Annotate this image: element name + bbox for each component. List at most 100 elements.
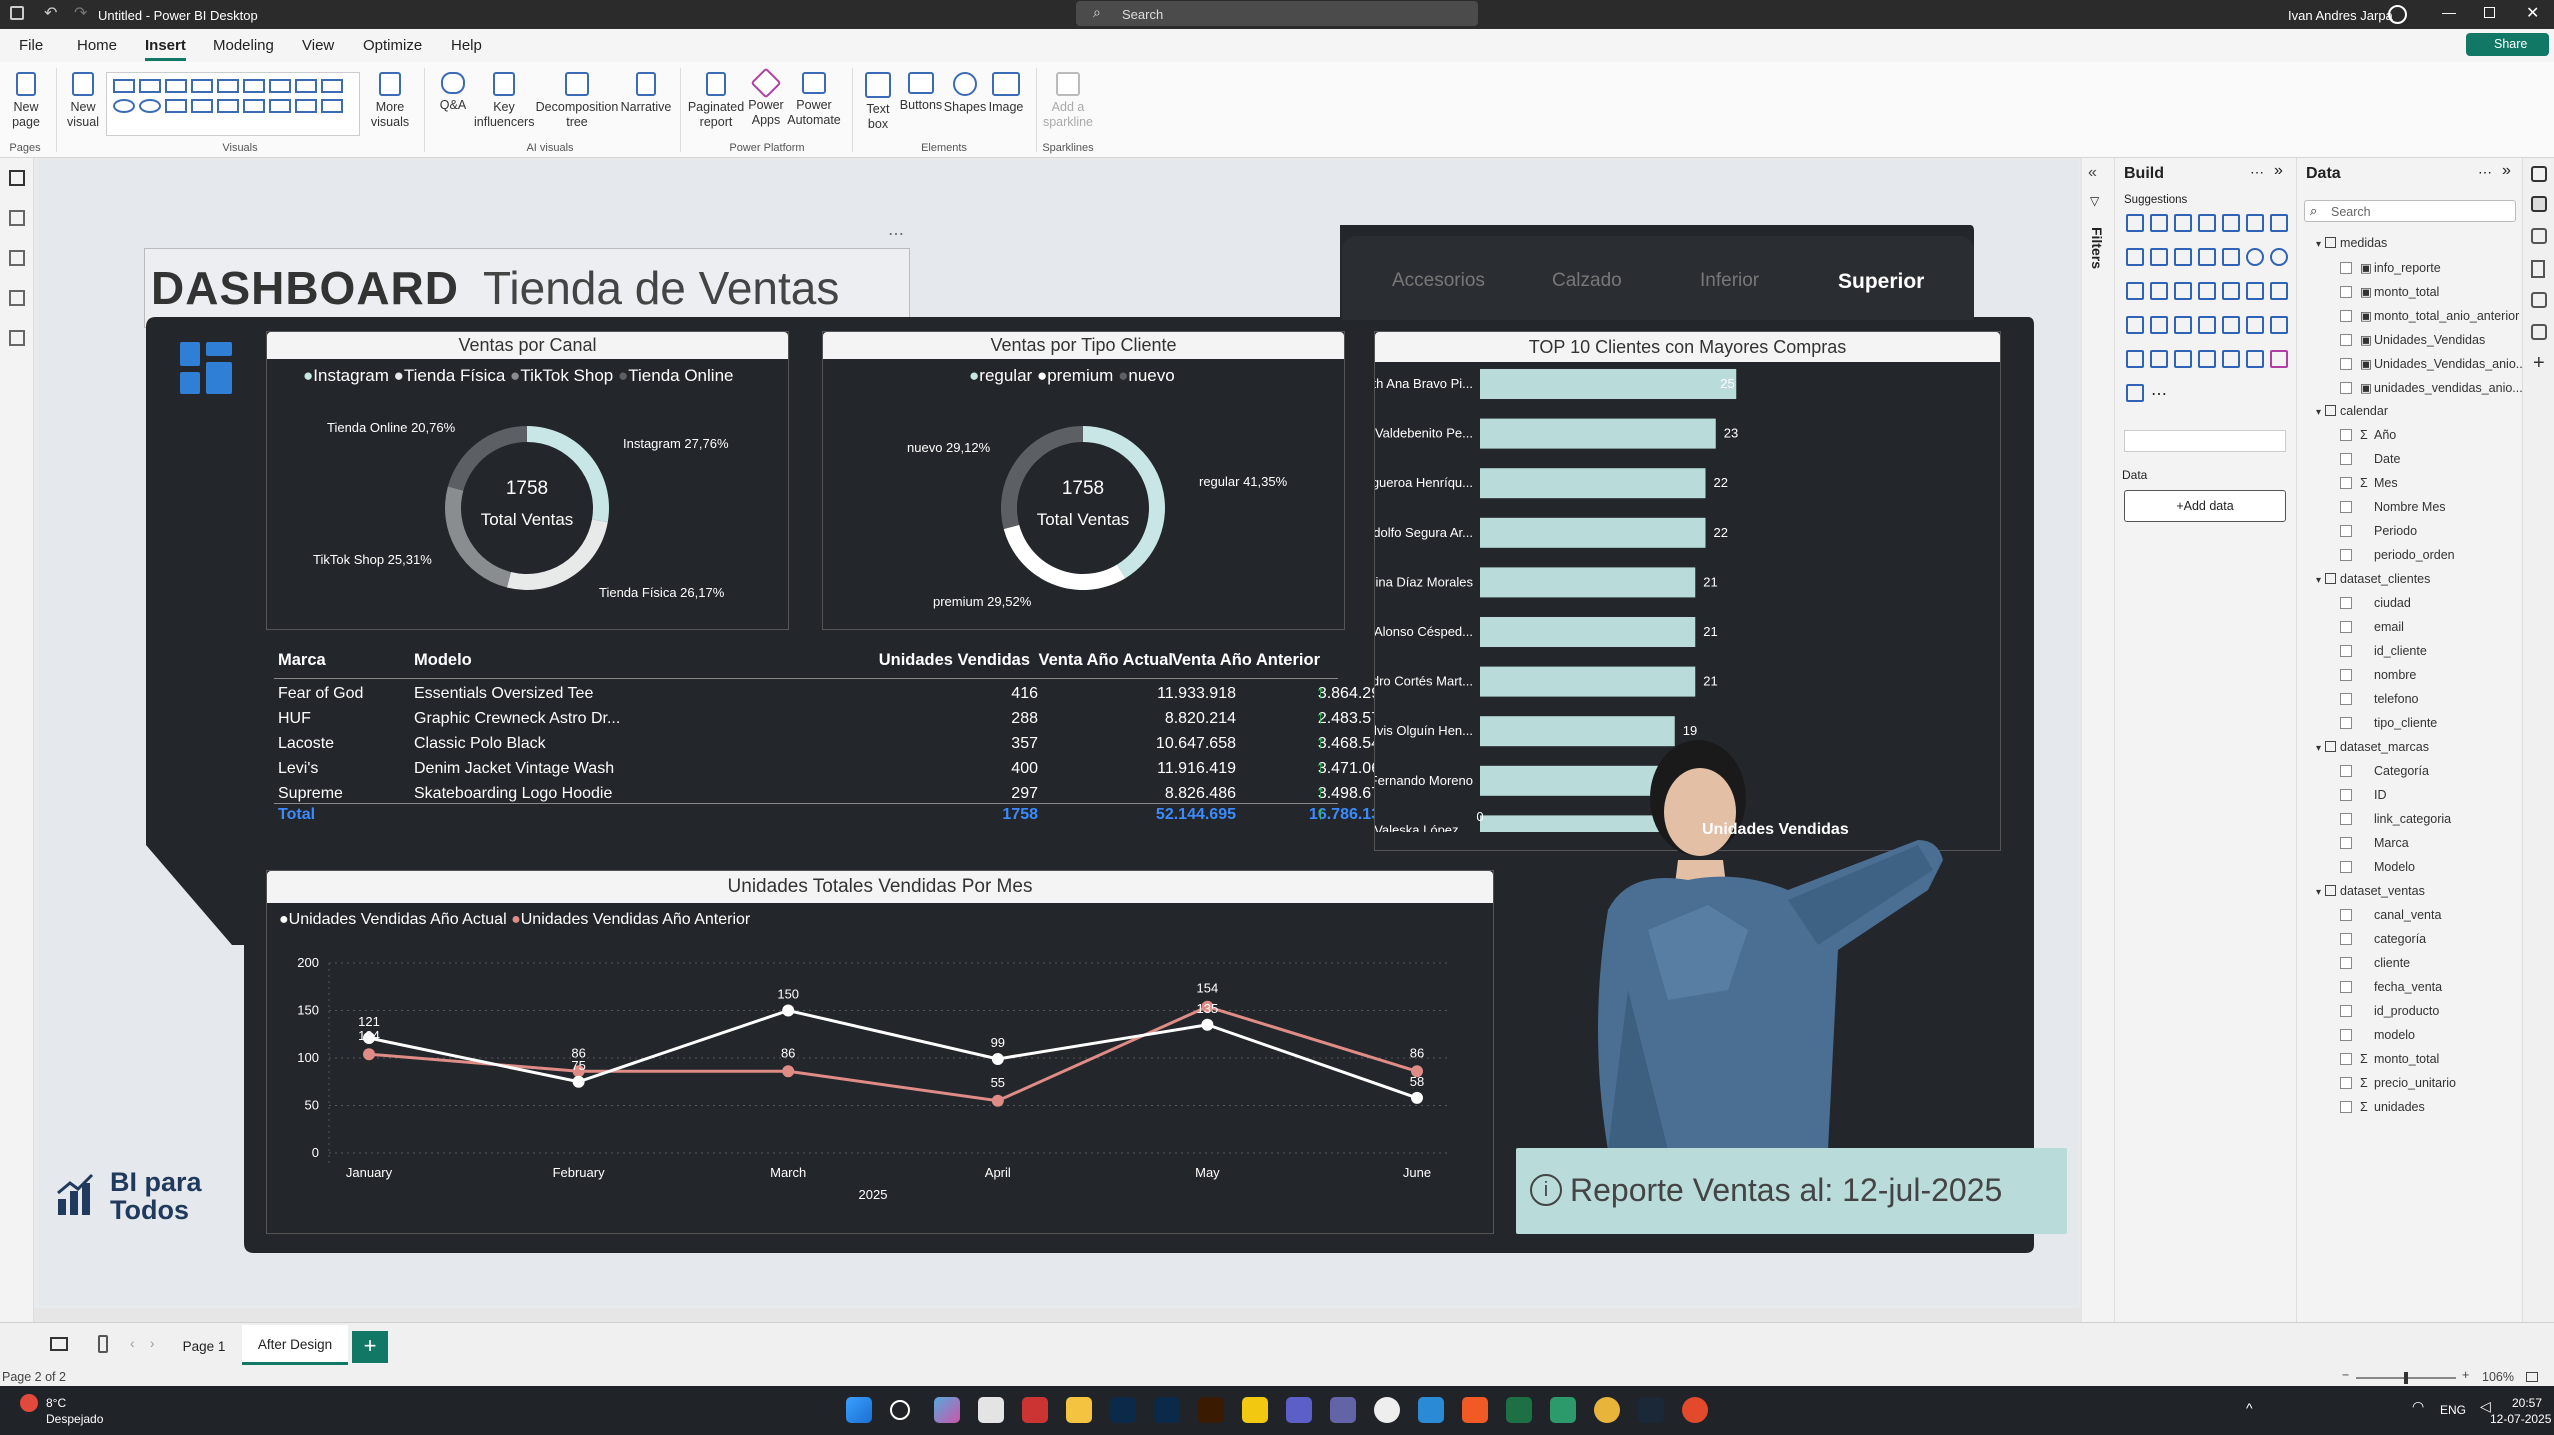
visual-type-icon[interactable] — [2246, 248, 2264, 266]
visual-icon[interactable] — [165, 79, 187, 93]
col-marca[interactable]: Marca — [278, 651, 326, 670]
donut-slice[interactable] — [445, 486, 511, 588]
visual-icon[interactable] — [321, 99, 343, 113]
menu-home[interactable]: Home — [77, 37, 117, 54]
start-icon[interactable] — [846, 1397, 872, 1423]
paginated-report-button[interactable]: Paginated report — [686, 72, 746, 130]
mobile-view-icon[interactable] — [98, 1335, 108, 1353]
clock-date[interactable]: 12-07-2025 — [2490, 1412, 2551, 1426]
table-row[interactable]: HUF Graphic Crewneck Astro Dr... 288 8.820.… — [268, 707, 1578, 730]
visual-type-icon[interactable] — [2270, 248, 2288, 266]
data-expand-icon[interactable]: » — [2502, 162, 2511, 180]
close-icon[interactable]: ✕ — [2526, 3, 2539, 23]
visual-type-icon[interactable] — [2150, 316, 2168, 334]
field-checkbox[interactable] — [2340, 501, 2352, 513]
photoshop-icon[interactable] — [1110, 1397, 1136, 1423]
field-checkbox[interactable] — [2340, 1053, 2352, 1065]
build-pane-icon[interactable] — [2531, 196, 2547, 212]
add-page-button[interactable]: + — [352, 1331, 388, 1363]
visual-type-icon[interactable] — [2174, 316, 2192, 334]
field-checkbox[interactable] — [2340, 621, 2352, 633]
visual-icon[interactable] — [191, 99, 213, 113]
shapes-button[interactable]: Shapes — [942, 72, 988, 115]
tab-inferior[interactable]: Inferior — [1700, 270, 1759, 292]
visual-type-icon[interactable] — [2150, 282, 2168, 300]
field-item[interactable]: Σ precio_unitario — [2340, 1076, 2456, 1090]
field-item[interactable]: ▣ info_reporte — [2340, 260, 2441, 275]
powerbi-icon[interactable] — [1242, 1397, 1268, 1423]
field-checkbox[interactable] — [2340, 981, 2352, 993]
field-checkbox[interactable] — [2340, 1077, 2352, 1089]
weather-icon[interactable] — [20, 1394, 38, 1412]
data-table-medidas[interactable]: ▾ medidas — [2316, 236, 2387, 250]
bar[interactable] — [1480, 418, 1716, 449]
image-button[interactable]: Image — [984, 72, 1028, 115]
line-card[interactable]: Unidades Totales Vendidas Por Mes ●Unida… — [266, 870, 1494, 1234]
build-expand-icon[interactable]: » — [2274, 162, 2283, 180]
field-checkbox[interactable] — [2340, 813, 2352, 825]
field-item[interactable]: Marca — [2340, 836, 2409, 850]
menu-file[interactable]: File — [19, 37, 43, 54]
field-checkbox[interactable] — [2340, 525, 2352, 537]
field-item[interactable]: ▣ monto_total_anio_anterior — [2340, 308, 2519, 323]
chevron-down-icon[interactable]: ▾ — [2316, 743, 2321, 754]
key-influencers-button[interactable]: Key influencers — [474, 72, 534, 130]
visual-type-icon[interactable] — [2222, 282, 2240, 300]
menu-insert[interactable]: Insert — [145, 37, 186, 61]
field-checkbox[interactable] — [2340, 693, 2352, 705]
new-visual-button[interactable]: New visual — [62, 72, 104, 130]
visual-type-icon[interactable] — [2126, 316, 2144, 334]
visual-icon[interactable] — [217, 99, 239, 113]
field-checkbox[interactable] — [2340, 765, 2352, 777]
bookmark-icon[interactable] — [2531, 260, 2545, 278]
bar[interactable] — [1480, 369, 1737, 399]
fit-page-icon[interactable] — [2526, 1372, 2538, 1382]
filters-pane-collapsed[interactable]: ▽ Filters — [2086, 190, 2108, 310]
series-point[interactable] — [1411, 1091, 1423, 1104]
menu-view[interactable]: View — [302, 37, 334, 54]
tab-superior[interactable]: Superior — [1838, 270, 1924, 294]
field-checkbox[interactable] — [2340, 789, 2352, 801]
visual-type-icon[interactable] — [2246, 282, 2264, 300]
performance-icon[interactable] — [2531, 324, 2547, 340]
field-checkbox[interactable] — [2340, 334, 2352, 346]
redo-icon[interactable]: ↷ — [74, 3, 87, 23]
table-view-icon[interactable] — [9, 210, 25, 226]
new-page-button[interactable]: New page — [5, 72, 47, 130]
field-item[interactable]: modelo — [2340, 1028, 2415, 1042]
visual-type-icon[interactable] — [2150, 248, 2168, 266]
visual-icon[interactable] — [269, 99, 291, 113]
chevron-down-icon[interactable]: ▾ — [2316, 239, 2321, 250]
donut-slice[interactable] — [527, 426, 609, 523]
field-item[interactable]: fecha_venta — [2340, 980, 2442, 994]
visual-type-icon[interactable] — [2222, 316, 2240, 334]
series-point[interactable] — [363, 1032, 375, 1045]
field-item[interactable]: Periodo — [2340, 524, 2417, 538]
visual-type-icon[interactable] — [2222, 350, 2240, 368]
visual-icon[interactable] — [217, 79, 239, 93]
add-data-button[interactable]: +Add data — [2124, 490, 2286, 522]
visual-icon[interactable] — [295, 99, 317, 113]
field-checkbox[interactable] — [2340, 1005, 2352, 1017]
data-table-calendar[interactable]: ▾ calendar — [2316, 404, 2388, 418]
field-checkbox[interactable] — [2340, 717, 2352, 729]
visual-type-icon[interactable] — [2126, 214, 2144, 232]
visual-type-icon[interactable] — [2174, 248, 2192, 266]
visual-type-icon[interactable] — [2174, 214, 2192, 232]
field-item[interactable]: ID — [2340, 788, 2387, 802]
series-point[interactable] — [991, 1052, 1004, 1065]
field-checkbox[interactable] — [2340, 429, 2352, 441]
zoom-level[interactable]: 106% — [2482, 1370, 2514, 1384]
teams-icon[interactable] — [1286, 1397, 1312, 1423]
bar[interactable] — [1480, 666, 1696, 697]
bar[interactable] — [1480, 567, 1696, 598]
data-pane-icon[interactable] — [2531, 166, 2547, 182]
taskbar-search-icon[interactable] — [890, 1400, 910, 1420]
menu-optimize[interactable]: Optimize — [363, 37, 422, 54]
visual-type-icon[interactable] — [2174, 350, 2192, 368]
data-search-input[interactable]: ⌕ Search — [2304, 200, 2516, 222]
field-checkbox[interactable] — [2340, 286, 2352, 298]
field-checkbox[interactable] — [2340, 358, 2352, 370]
visual-type-icon[interactable] — [2198, 248, 2216, 266]
model-view-icon[interactable] — [9, 250, 25, 266]
